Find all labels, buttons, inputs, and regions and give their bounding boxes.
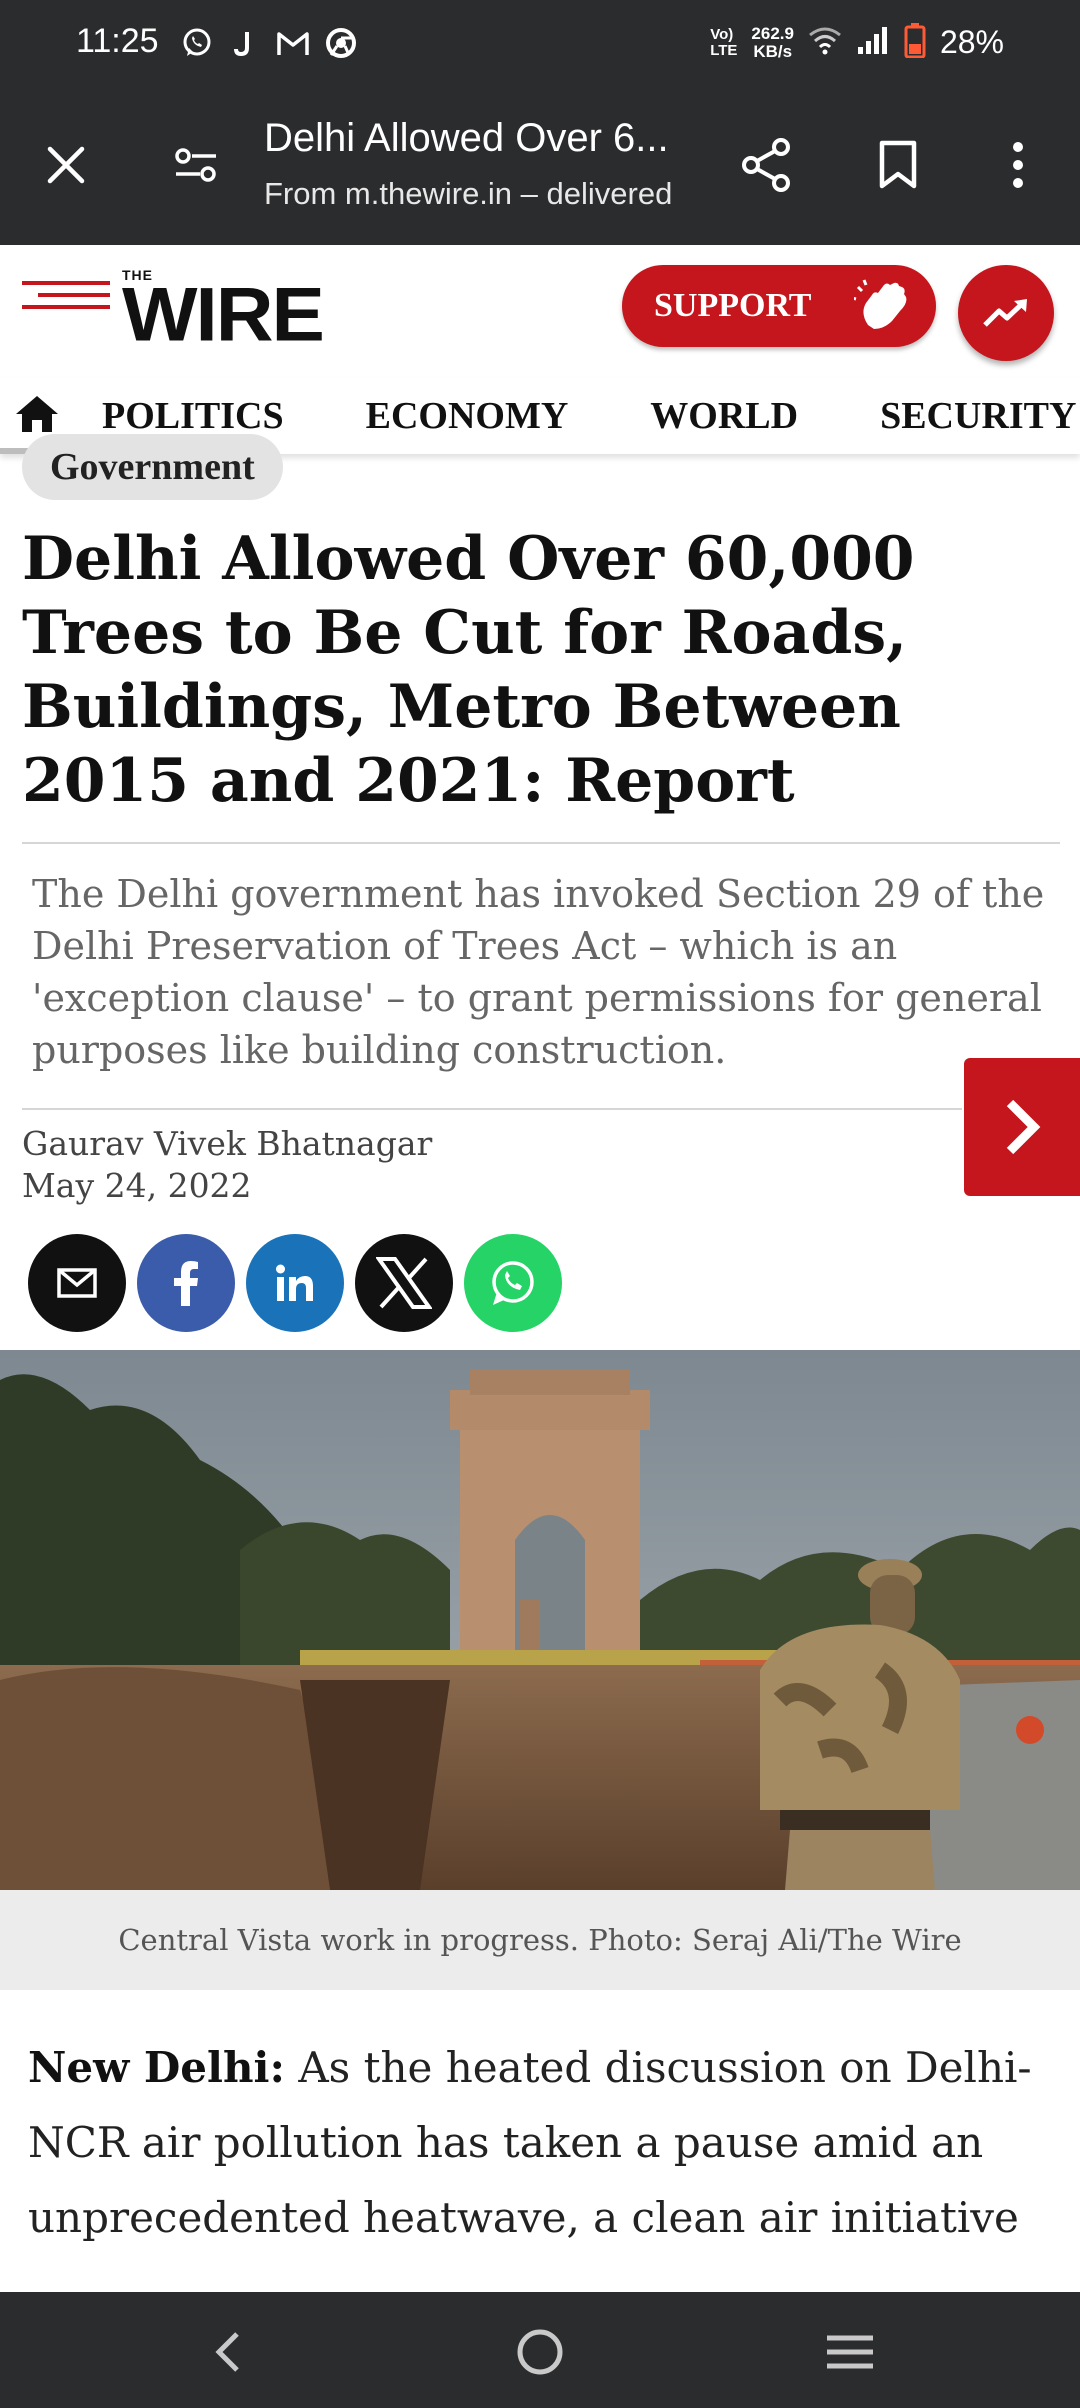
custom-tab-toolbar: Delhi Allowed Over 6... From m.thewire.i… — [0, 90, 1080, 245]
more-vert-icon[interactable] — [988, 135, 1048, 195]
x-share-button[interactable] — [355, 1234, 453, 1332]
nav-item-security[interactable]: SECURITY — [880, 394, 1076, 438]
home-icon[interactable] — [14, 394, 64, 438]
nav-item-world[interactable]: WORLD — [650, 394, 798, 438]
page-title[interactable]: Delhi Allowed Over 6... — [264, 116, 704, 161]
nav-item-economy[interactable]: ECONOMY — [366, 394, 569, 438]
page-settings-icon[interactable] — [166, 135, 226, 195]
support-button[interactable]: SUPPORT — [622, 265, 936, 347]
article-hero-image[interactable] — [0, 1350, 1080, 1890]
author-name[interactable]: Gaurav Vivek Bhatnagar — [22, 1124, 432, 1163]
whatsapp-share-button[interactable] — [464, 1234, 562, 1332]
status-bar: 11:25 Vo) LTE 262.9 KB/s 28% — [0, 0, 1080, 90]
divider — [22, 842, 1060, 844]
facebook-icon — [174, 1261, 198, 1306]
share-icon[interactable] — [736, 135, 796, 195]
article-standfirst: The Delhi government has invoked Section… — [32, 872, 1045, 1072]
body-fade — [0, 2262, 1080, 2292]
category-tag[interactable]: Government — [22, 434, 283, 500]
logo-wire: WIRE — [122, 272, 325, 357]
trending-up-icon — [983, 299, 1027, 327]
whatsapp-icon — [180, 26, 214, 60]
close-icon[interactable] — [36, 135, 96, 195]
battery-percent: 28% — [939, 24, 1004, 60]
image-caption: Central Vista work in progress. Photo: S… — [0, 1890, 1080, 1990]
publish-date: May 24, 2022 — [22, 1166, 252, 1205]
network-speed: 262.9 KB/s — [751, 23, 794, 61]
battery-icon — [904, 22, 926, 63]
volte-indicator: Vo) LTE — [710, 25, 738, 59]
hand-icon — [851, 277, 912, 335]
nav-items: POLITICS ECONOMY WORLD SECURITY — [102, 394, 1076, 438]
x-logo-icon — [376, 1257, 432, 1309]
bookmark-icon[interactable] — [868, 135, 928, 195]
status-right: Vo) LTE 262.9 KB/s 28% — [710, 22, 1004, 63]
linkedin-icon — [276, 1264, 313, 1301]
home-circle-icon[interactable] — [510, 2322, 570, 2382]
article-headline: Delhi Allowed Over 60,000 Trees to Be Cu… — [22, 524, 915, 816]
status-time: 11:25 — [76, 22, 159, 60]
j-app-icon — [228, 26, 262, 60]
trending-button[interactable] — [958, 265, 1054, 361]
divider — [22, 1108, 962, 1110]
menu-icon[interactable] — [22, 273, 110, 329]
nav-item-politics[interactable]: POLITICS — [102, 394, 284, 438]
linkedin-share-button[interactable] — [246, 1234, 344, 1332]
system-nav-bar — [0, 2292, 1080, 2408]
site-header: THE WIRE SUPPORT — [0, 245, 1080, 375]
signal-icon — [856, 25, 890, 60]
chevron-right-icon — [1006, 1099, 1041, 1155]
wifi-icon — [808, 25, 842, 60]
site-logo[interactable]: THE WIRE — [122, 267, 325, 357]
notification-icons — [180, 26, 358, 60]
email-share-button[interactable] — [28, 1234, 126, 1332]
share-buttons — [28, 1234, 562, 1332]
recents-icon[interactable] — [820, 2322, 880, 2382]
gmail-icon — [276, 26, 310, 60]
support-label: SUPPORT — [654, 287, 812, 324]
whatsapp-icon — [492, 1261, 534, 1305]
next-article-button[interactable] — [964, 1058, 1080, 1196]
back-icon[interactable] — [198, 2322, 258, 2382]
mail-icon — [57, 1268, 97, 1298]
chrome-icon — [324, 26, 358, 60]
dateline: New Delhi: — [28, 2043, 285, 2092]
page-url[interactable]: From m.thewire.in – delivered — [264, 176, 714, 212]
facebook-share-button[interactable] — [137, 1234, 235, 1332]
